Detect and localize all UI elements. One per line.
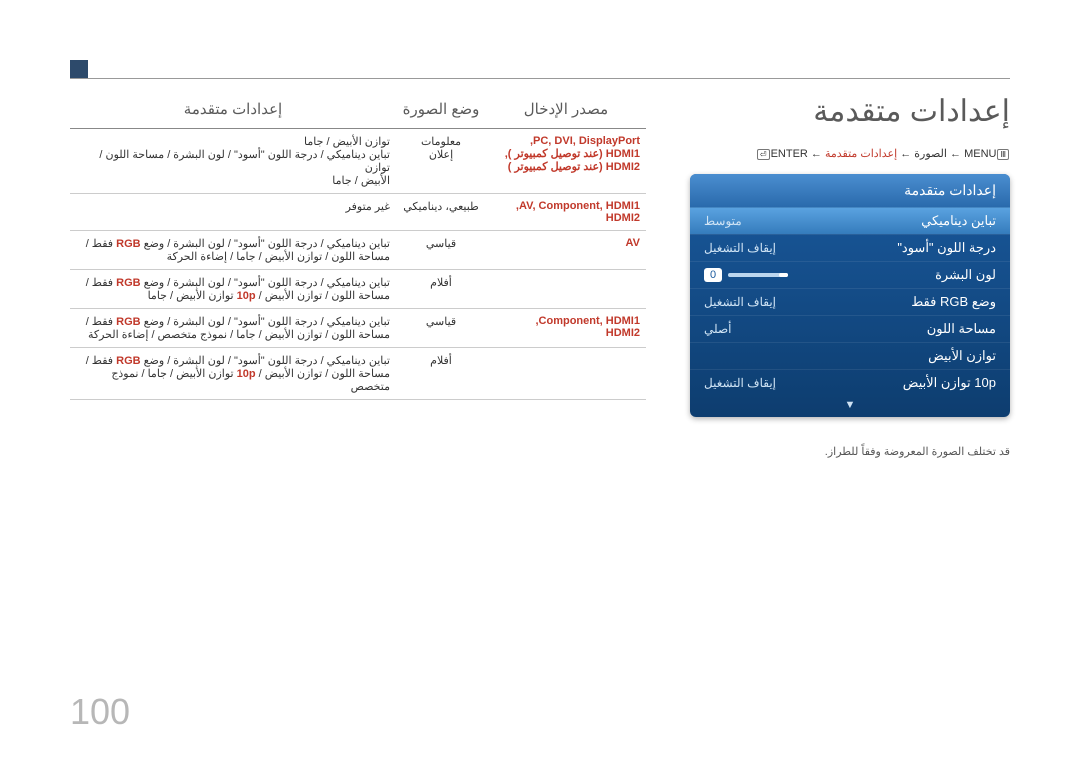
- osd-panel: إعدادات متقدمة تباين ديناميكي متوسط درجة ا…: [690, 174, 1010, 417]
- th-settings: إعدادات متقدمة: [70, 94, 396, 129]
- osd-row[interactable]: لون البشرة 0: [690, 261, 1010, 288]
- cell-source: [486, 270, 646, 309]
- osd-row-label: 10p توازن الأبيض: [903, 375, 996, 391]
- cell-source: PC, DVI, DisplayPort,HDMI1 (عند توصيل كم…: [486, 129, 646, 194]
- corner-accent: [70, 60, 88, 78]
- osd-row[interactable]: مساحة اللون أصلي: [690, 315, 1010, 342]
- table-row: AVقياسيتباين ديناميكي / درجة اللون "أسود…: [70, 231, 646, 270]
- table-row: Component, HDMI1,HDMI2قياسيتباين ديناميك…: [70, 309, 646, 348]
- menu-icon: Ⅲ: [997, 149, 1009, 160]
- slider[interactable]: [728, 273, 788, 277]
- osd-row-value: إيقاف التشغيل: [704, 376, 776, 390]
- osd-row[interactable]: 10p توازن الأبيض إيقاف التشغيل: [690, 369, 1010, 396]
- cell-source: Component, HDMI1,HDMI2: [486, 309, 646, 348]
- osd-row-value: 0: [704, 268, 788, 282]
- slider-value: 0: [704, 268, 722, 282]
- cell-settings: تباين ديناميكي / درجة اللون "أسود" / لون…: [70, 348, 396, 400]
- cell-source: [486, 348, 646, 400]
- cell-settings: تباين ديناميكي / درجة اللون "أسود" / لون…: [70, 270, 396, 309]
- osd-row[interactable]: توازن الأبيض: [690, 342, 1010, 369]
- cell-mode: معلوماتإعلان: [396, 129, 486, 194]
- osd-scroll-down-icon[interactable]: ▼: [690, 396, 1010, 417]
- enter-icon: ⏎: [757, 149, 770, 160]
- cell-settings: توازن الأبيض / جاماتباين ديناميكي / درجة…: [70, 129, 396, 194]
- osd-row[interactable]: وضع RGB فقط إيقاف التشغيل: [690, 288, 1010, 315]
- osd-row-label: توازن الأبيض: [928, 348, 996, 364]
- table-row: AV, Component, HDMI1,HDMI2طبيعي، ديناميك…: [70, 194, 646, 231]
- osd-row-label: تباين ديناميكي: [921, 213, 996, 229]
- footnote: قد تختلف الصورة المعروضة وفقاً للطراز.: [670, 445, 1010, 458]
- osd-row-label: وضع RGB فقط: [911, 294, 996, 310]
- table-header-row: مصدر الإدخال وضع الصورة إعدادات متقدمة: [70, 94, 646, 129]
- th-mode: وضع الصورة: [396, 94, 486, 129]
- cell-mode: قياسي: [396, 231, 486, 270]
- osd-row-value: أصلي: [704, 322, 732, 336]
- osd-row[interactable]: درجة اللون "أسود" إيقاف التشغيل: [690, 234, 1010, 261]
- breadcrumb: ⅢMENU ← الصورة ← إعدادات متقدمة ← ENTER⏎: [670, 147, 1010, 160]
- table-row: PC, DVI, DisplayPort,HDMI1 (عند توصيل كم…: [70, 129, 646, 194]
- osd-row-value: إيقاف التشغيل: [704, 241, 776, 255]
- cell-source: AV: [486, 231, 646, 270]
- osd-row-value: متوسط: [704, 214, 742, 228]
- settings-table: مصدر الإدخال وضع الصورة إعدادات متقدمة P…: [70, 94, 646, 400]
- top-rule: [70, 78, 1010, 79]
- cell-settings: تباين ديناميكي / درجة اللون "أسود" / لون…: [70, 231, 396, 270]
- cell-settings: تباين ديناميكي / درجة اللون "أسود" / لون…: [70, 309, 396, 348]
- osd-title: إعدادات متقدمة: [690, 174, 1010, 207]
- table-row: أفلامتباين ديناميكي / درجة اللون "أسود" …: [70, 270, 646, 309]
- th-source: مصدر الإدخال: [486, 94, 646, 129]
- cell-mode: أفلام: [396, 348, 486, 400]
- page-number: 100: [70, 691, 130, 733]
- osd-row-value: إيقاف التشغيل: [704, 295, 776, 309]
- table-row: أفلامتباين ديناميكي / درجة اللون "أسود" …: [70, 348, 646, 400]
- page-title: إعدادات متقدمة: [670, 94, 1010, 129]
- osd-row-label: مساحة اللون: [927, 321, 996, 337]
- cell-mode: طبيعي، ديناميكي: [396, 194, 486, 231]
- cell-source: AV, Component, HDMI1,HDMI2: [486, 194, 646, 231]
- cell-settings: غير متوفر: [70, 194, 396, 231]
- osd-row[interactable]: تباين ديناميكي متوسط: [690, 207, 1010, 234]
- cell-mode: قياسي: [396, 309, 486, 348]
- osd-row-label: درجة اللون "أسود": [897, 240, 996, 256]
- osd-row-label: لون البشرة: [935, 267, 996, 283]
- cell-mode: أفلام: [396, 270, 486, 309]
